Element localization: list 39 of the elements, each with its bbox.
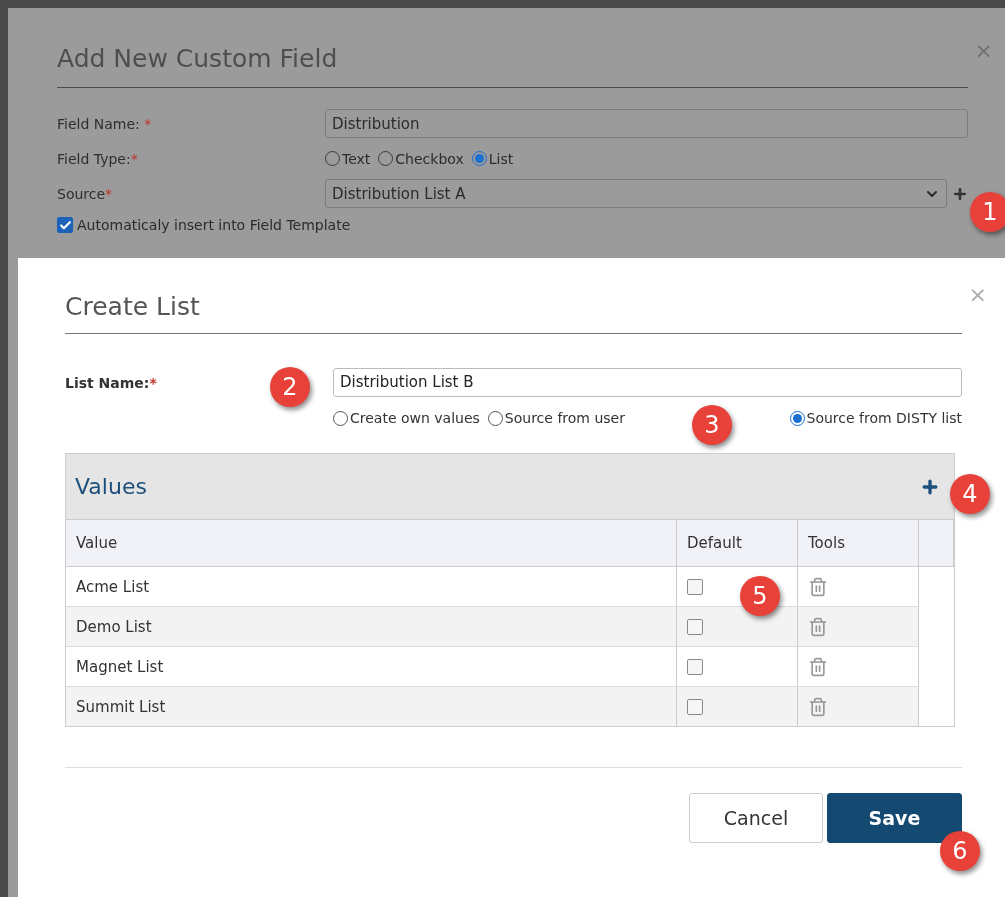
field-label: List Name:*	[65, 374, 157, 391]
column-header: Default	[677, 520, 798, 567]
cancel-button[interactable]: Cancel	[689, 793, 823, 843]
callout-badge: 1	[970, 192, 1005, 232]
dialog-title: Create List	[65, 258, 962, 334]
list-name-input[interactable]: Distribution List B	[333, 367, 962, 397]
trash-icon[interactable]	[808, 696, 828, 717]
radio-option[interactable]: Checkbox	[378, 150, 464, 167]
radio-button[interactable]	[789, 410, 805, 426]
trash-icon[interactable]	[808, 656, 828, 677]
default-checkbox[interactable]	[687, 698, 703, 715]
default-checkbox[interactable]	[687, 658, 703, 675]
add-icon[interactable]	[952, 185, 968, 202]
radio-button[interactable]	[333, 410, 348, 426]
table-cell: Acme List	[66, 567, 677, 607]
checkbox[interactable]	[57, 217, 73, 233]
column-header: Value	[66, 520, 677, 567]
checkbox-label: Automaticaly insert into Field Template	[77, 217, 351, 233]
dialog-title: Add New Custom Field	[57, 8, 968, 88]
trash-icon[interactable]	[808, 616, 828, 637]
radio-option[interactable]: Create own values	[333, 410, 480, 426]
default-checkbox[interactable]	[687, 578, 703, 595]
panel-title: Values	[75, 474, 147, 499]
trash-icon[interactable]	[808, 576, 828, 597]
field-label: Source*	[57, 186, 113, 202]
table-cell: Demo List	[66, 607, 677, 647]
table-cell: Summit List	[66, 687, 677, 726]
radio-option[interactable]: Source from user	[487, 410, 625, 426]
radio-option[interactable]: List	[471, 150, 514, 167]
table-cell: Magnet List	[66, 647, 677, 687]
field-label: Field Type:*	[57, 151, 138, 167]
default-checkbox[interactable]	[687, 618, 703, 635]
radio-button[interactable]	[487, 410, 503, 426]
column-header: Tools	[798, 520, 919, 567]
field-label: Field Name: *	[57, 116, 152, 132]
radio-option[interactable]: Text	[325, 150, 371, 167]
source-select[interactable]: Distribution List A	[325, 179, 947, 208]
radio-option[interactable]: Source from DISTY list	[789, 410, 962, 426]
field-name-input[interactable]: Distribution	[325, 109, 968, 138]
